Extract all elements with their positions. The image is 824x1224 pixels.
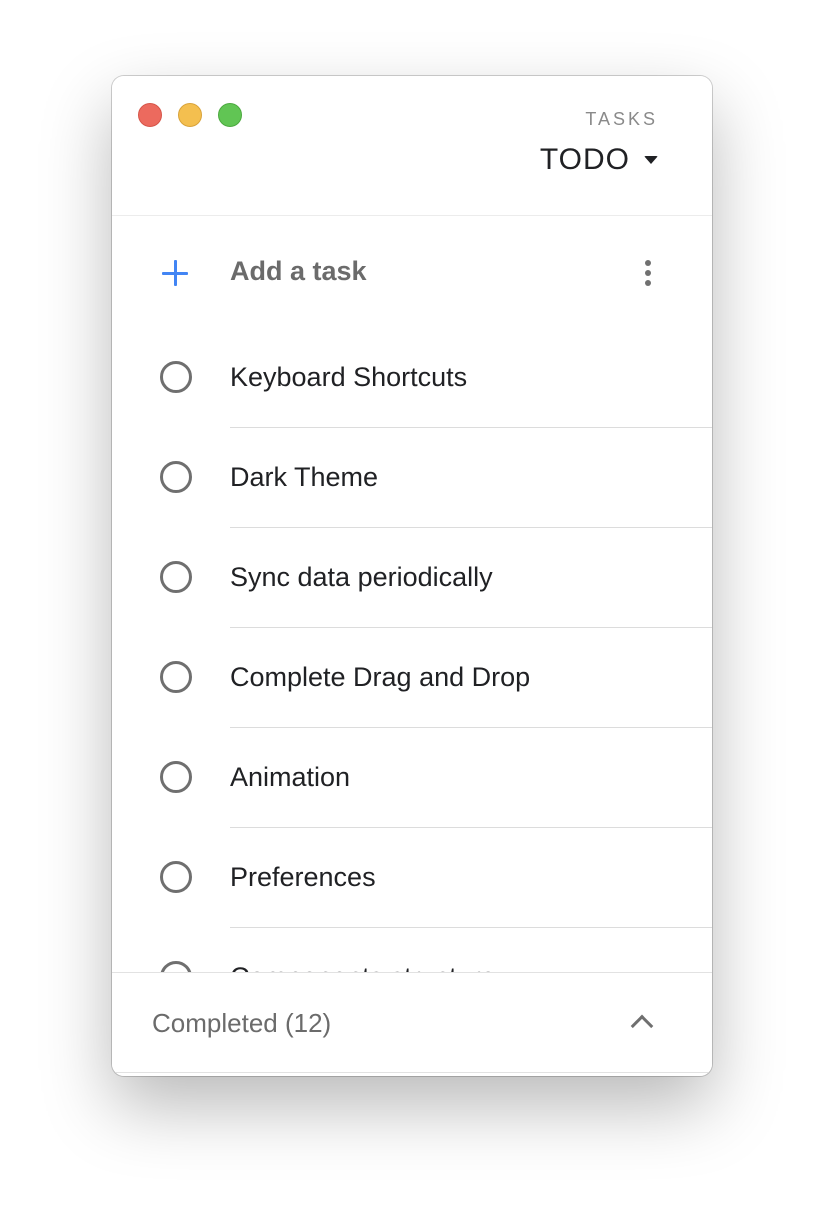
task-checkbox[interactable]: [160, 861, 192, 893]
task-title[interactable]: Sync data periodically: [230, 562, 493, 593]
task-title[interactable]: Components structure: [230, 962, 496, 972]
task-checkbox[interactable]: [160, 361, 192, 393]
close-window-button[interactable]: [138, 103, 162, 127]
plus-icon[interactable]: [162, 260, 188, 286]
task-list: Keyboard Shortcuts Dark Theme Sync data …: [112, 328, 712, 972]
task-checkbox[interactable]: [160, 461, 192, 493]
completed-section-toggle[interactable]: Completed (12): [112, 972, 712, 1076]
list-selector-dropdown[interactable]: TODO: [540, 142, 658, 178]
task-row[interactable]: Dark Theme: [112, 428, 712, 528]
task-row[interactable]: Keyboard Shortcuts: [112, 328, 712, 428]
chevron-up-icon[interactable]: [630, 1014, 654, 1038]
task-title[interactable]: Preferences: [230, 862, 376, 893]
task-checkbox[interactable]: [160, 961, 192, 972]
title-bar: TASKS TODO: [112, 76, 712, 216]
caret-down-icon: [644, 156, 658, 164]
task-row[interactable]: Preferences: [112, 828, 712, 928]
add-task-label[interactable]: Add a task: [230, 256, 367, 287]
divider: [112, 1072, 712, 1073]
task-checkbox[interactable]: [160, 761, 192, 793]
task-checkbox[interactable]: [160, 661, 192, 693]
task-row[interactable]: Complete Drag and Drop: [112, 628, 712, 728]
task-title[interactable]: Complete Drag and Drop: [230, 662, 530, 693]
app-window: TASKS TODO Add a task Keyboard Shortcuts…: [112, 76, 712, 1076]
task-title[interactable]: Dark Theme: [230, 462, 378, 493]
task-title[interactable]: Keyboard Shortcuts: [230, 362, 467, 393]
add-task-row[interactable]: Add a task: [112, 216, 712, 330]
task-checkbox[interactable]: [160, 561, 192, 593]
task-row[interactable]: Animation: [112, 728, 712, 828]
completed-label: Completed (12): [152, 1008, 332, 1038]
task-row[interactable]: Components structure: [112, 928, 712, 972]
task-title[interactable]: Animation: [230, 762, 350, 793]
task-row[interactable]: Sync data periodically: [112, 528, 712, 628]
list-name: TODO: [539, 143, 630, 176]
maximize-window-button[interactable]: [218, 103, 242, 127]
more-vert-icon[interactable]: [640, 258, 656, 290]
minimize-window-button[interactable]: [178, 103, 202, 127]
header-kicker: TASKS: [585, 109, 658, 129]
